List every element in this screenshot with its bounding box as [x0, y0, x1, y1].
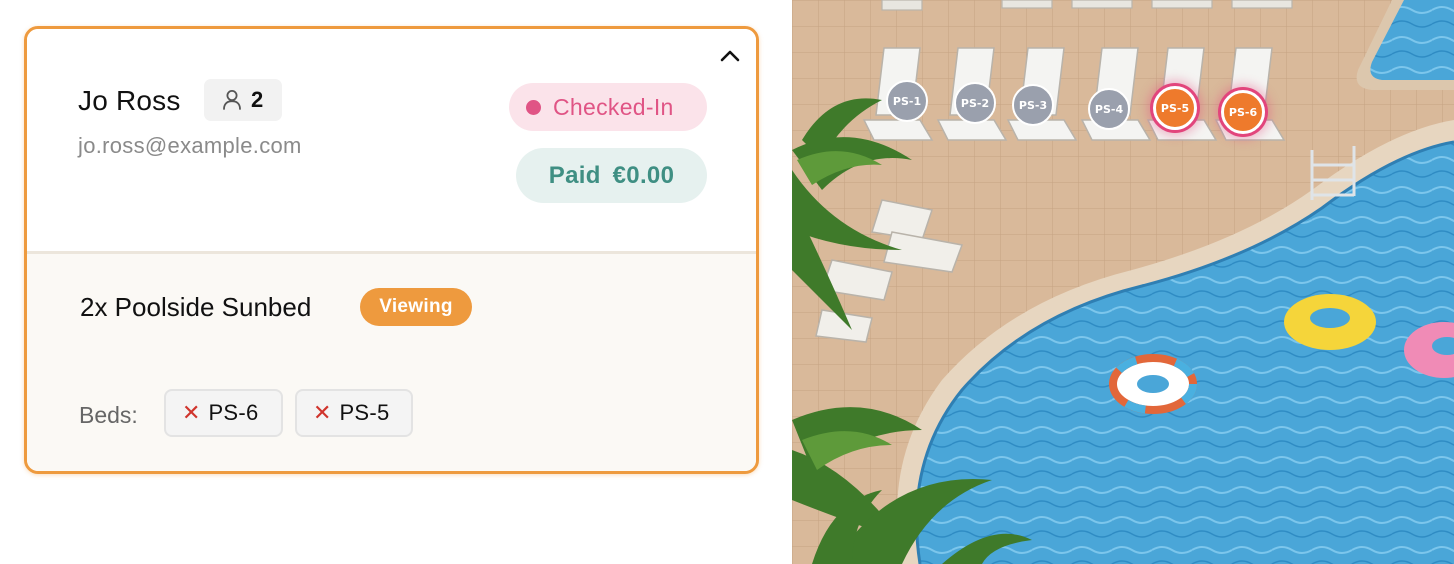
bed-chip-ps-6[interactable]: ✕ PS-6: [164, 389, 283, 437]
sunbed-marker-ps-3[interactable]: PS-3: [1012, 84, 1054, 126]
pool-map[interactable]: PS-1 PS-2 PS-3 PS-4 PS-5 PS-6: [792, 0, 1454, 564]
viewing-badge: Viewing: [360, 288, 472, 326]
sunbed-marker-ps-5[interactable]: PS-5: [1153, 86, 1197, 130]
product-title: 2x Poolside Sunbed: [80, 292, 312, 322]
bed-chip-label: PS-6: [208, 400, 259, 425]
bed-chip-ps-5[interactable]: ✕ PS-5: [295, 389, 413, 437]
payment-amount: €0.00: [612, 161, 675, 189]
payment-status: Paid: [548, 161, 601, 189]
chevron-up-icon: [720, 50, 740, 62]
person-icon: [223, 90, 241, 110]
beds-label: Beds:: [79, 402, 138, 428]
bed-chip-label: PS-5: [339, 400, 390, 425]
payment-badge: Paid €0.00: [516, 148, 707, 203]
guest-email: jo.ross@example.com: [78, 133, 302, 158]
close-icon[interactable]: ✕: [182, 402, 200, 424]
guest-count: 2: [251, 87, 264, 112]
sunbed-marker-ps-6[interactable]: PS-6: [1221, 90, 1265, 134]
collapse-button[interactable]: [717, 45, 743, 67]
guest-name: Jo Ross: [78, 85, 181, 116]
sunbed-marker-ps-1[interactable]: PS-1: [886, 80, 928, 122]
status-text: Checked-In: [553, 93, 674, 120]
booking-card: Jo Ross 2 jo.ross@example.com Checked-In…: [24, 26, 759, 474]
status-badge: Checked-In: [509, 83, 707, 131]
pool-map-image: [792, 0, 1454, 564]
guest-count-badge: 2: [204, 79, 282, 121]
booking-details: [27, 254, 756, 471]
sunbed-marker-ps-4[interactable]: PS-4: [1088, 88, 1130, 130]
status-dot-icon: [526, 99, 541, 115]
close-icon[interactable]: ✕: [313, 402, 331, 424]
sunbed-marker-ps-2[interactable]: PS-2: [954, 82, 996, 124]
